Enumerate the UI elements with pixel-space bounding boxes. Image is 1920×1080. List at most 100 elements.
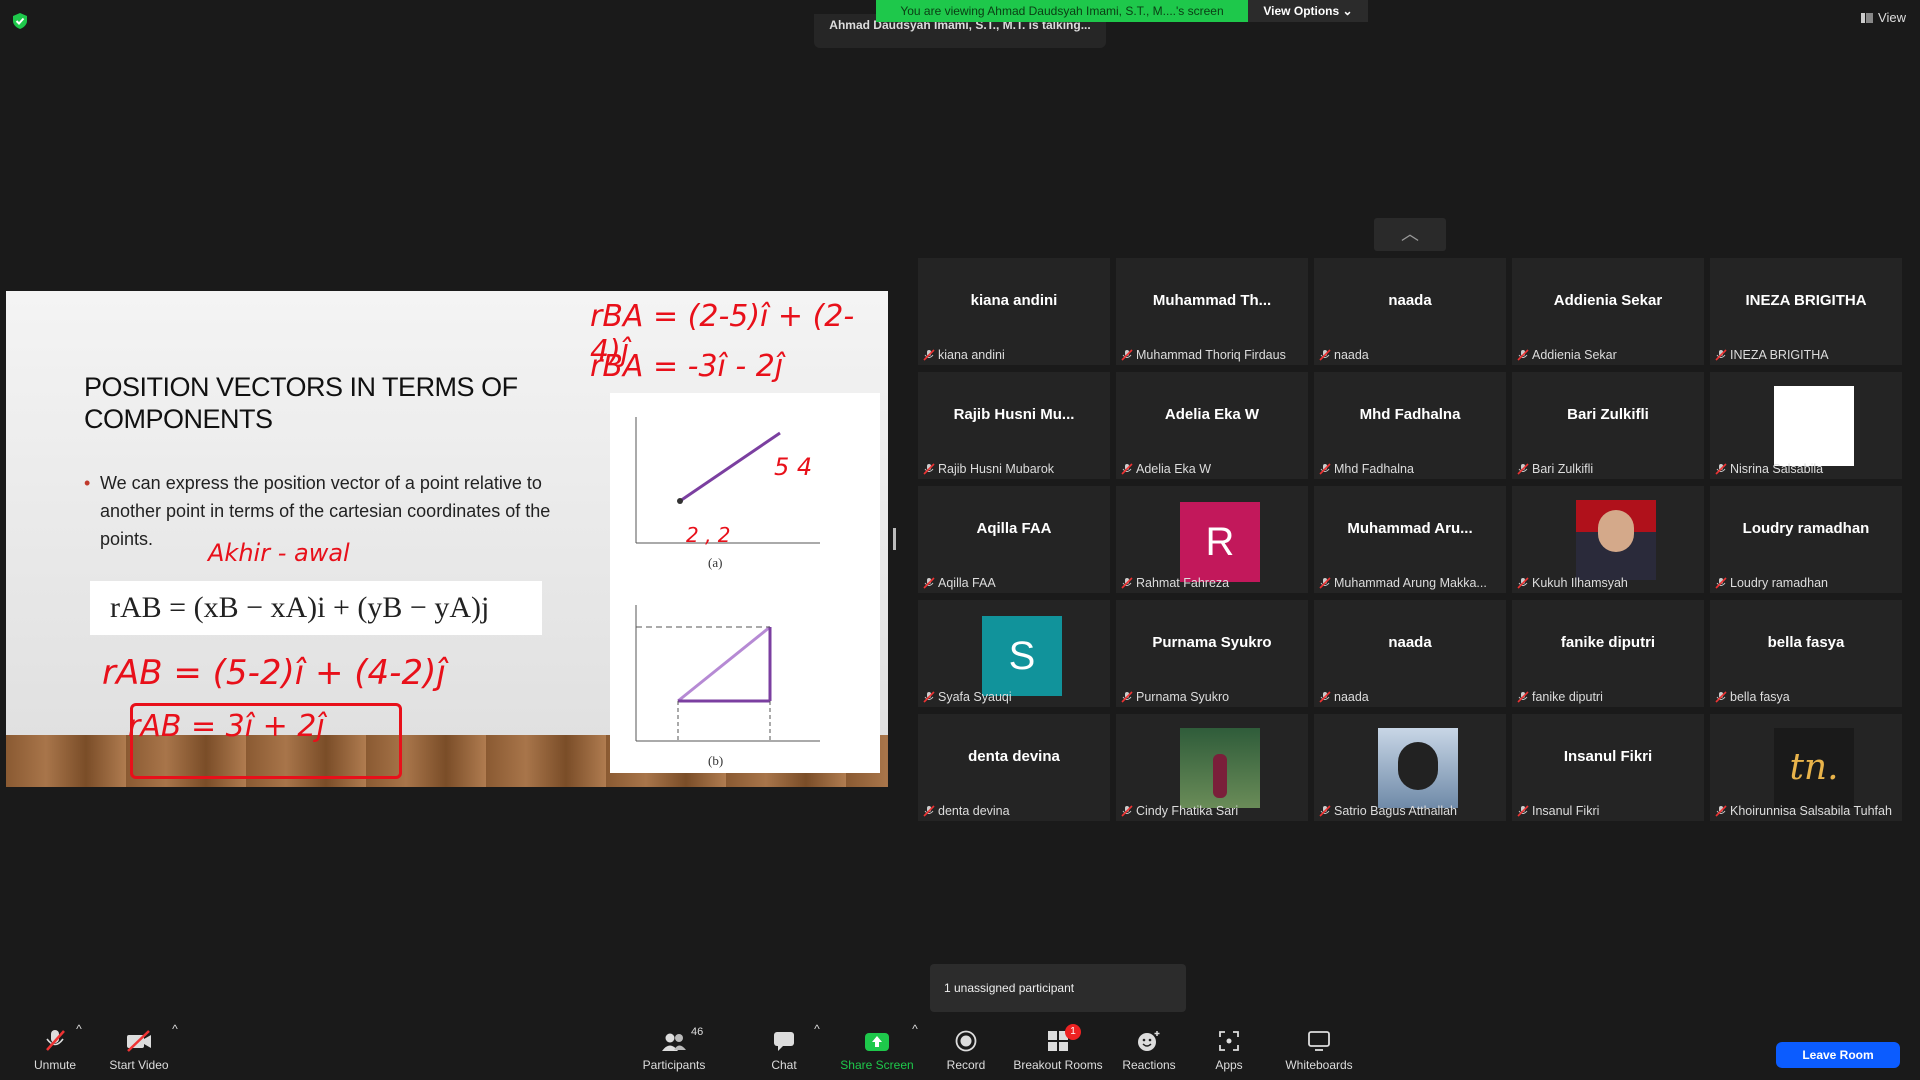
participant-tile[interactable]: Kukuh Ilhamsyah — [1512, 486, 1704, 593]
participant-name: Muhammad Thoriq Firdaus — [1136, 348, 1286, 362]
meeting-window: { "banner":"You are viewing Ahmad Daudsy… — [0, 0, 1920, 1080]
participant-tile[interactable]: tn. Khoirunnisa Salsabila Tuhfah — [1710, 714, 1902, 821]
reactions-icon — [1138, 1031, 1160, 1051]
participant-name: Syafa Syauqi — [938, 690, 1012, 704]
participant-name-label: INEZA BRIGITHA — [1715, 348, 1898, 362]
participant-tile[interactable]: INEZA BRIGITHA INEZA BRIGITHA — [1710, 258, 1902, 365]
shield-icon[interactable] — [12, 12, 28, 30]
participant-name-label: Loudry ramadhan — [1715, 576, 1898, 590]
participant-name-label: Insanul Fikri — [1517, 804, 1700, 818]
participant-tile[interactable]: S Syafa Syauqi — [918, 600, 1110, 707]
mic-muted-icon — [1715, 463, 1727, 475]
participant-tile[interactable]: Aqilla FAA Aqilla FAA — [918, 486, 1110, 593]
participant-tile[interactable]: Bari Zulkifli Bari Zulkifli — [1512, 372, 1704, 479]
mic-muted-icon — [923, 805, 935, 817]
participant-name: denta devina — [938, 804, 1010, 818]
view-options-button[interactable]: View Options ⌄ — [1248, 0, 1368, 22]
avatar: R — [1180, 502, 1260, 582]
avatar: S — [982, 616, 1062, 696]
participant-name-label: bella fasya — [1715, 690, 1898, 704]
participants-label: Participants — [642, 1058, 706, 1072]
profile-picture — [1774, 386, 1854, 466]
participant-tile[interactable]: Adelia Eka W Adelia Eka W — [1116, 372, 1308, 479]
participants-count: 46 — [691, 1026, 704, 1038]
participant-tile[interactable]: Satrio Bagus Atthallah — [1314, 714, 1506, 821]
participant-name: Rajib Husni Mubarok — [938, 462, 1055, 476]
profile-picture — [1576, 500, 1656, 580]
profile-picture — [1378, 728, 1458, 808]
participant-name: kiana andini — [938, 348, 1005, 362]
unmute-caret-icon[interactable]: ^ — [74, 1022, 84, 1080]
participant-tile[interactable]: Muhammad Aru... Muhammad Arung Makka... — [1314, 486, 1506, 593]
annotation-rab-result: rAB = 3î + 2ĵ — [128, 709, 325, 744]
participant-tile[interactable]: bella fasya bella fasya — [1710, 600, 1902, 707]
participant-tile[interactable]: denta devina denta devina — [918, 714, 1110, 821]
participant-tile[interactable]: Nisrina Salsabila — [1710, 372, 1902, 479]
participant-name: Addienia Sekar — [1532, 348, 1617, 362]
participant-name-label: fanike diputri — [1517, 690, 1700, 704]
leave-room-button[interactable]: Leave Room — [1776, 1042, 1900, 1068]
participant-name-label: Muhammad Thoriq Firdaus — [1121, 348, 1304, 362]
mic-muted-icon — [1121, 805, 1133, 817]
figure-b-label: (b) — [708, 753, 723, 768]
annotation-rba-result: rBA = -3î - 2ĵ — [590, 349, 784, 384]
participant-tile[interactable]: naada naada — [1314, 258, 1506, 365]
participant-tile[interactable]: naada naada — [1314, 600, 1506, 707]
slide-formula: rAB = (xB − xA)i + (yB − yA)j — [110, 591, 490, 624]
participant-tile[interactable]: Insanul Fikri Insanul Fikri — [1512, 714, 1704, 821]
video-caret-icon[interactable]: ^ — [170, 1022, 180, 1080]
participant-display-name: Muhammad Th... — [1152, 292, 1272, 309]
view-options-label: View Options — [1263, 4, 1340, 18]
viewing-banner: You are viewing Ahmad Daudsyah Imami, S.… — [876, 0, 1248, 22]
panel-resize-handle[interactable] — [893, 528, 896, 550]
participant-display-name: Aqilla FAA — [976, 520, 1052, 537]
participant-name: Nisrina Salsabila — [1730, 462, 1824, 476]
mic-muted-icon — [1319, 349, 1331, 361]
participant-tile[interactable]: Addienia Sekar Addienia Sekar — [1512, 258, 1704, 365]
participant-tile[interactable]: Rajib Husni Mu... Rajib Husni Mubarok — [918, 372, 1110, 479]
participant-tile[interactable]: R Rahmat Fahreza — [1116, 486, 1308, 593]
participants-button[interactable]: 46 Participants — [619, 1022, 729, 1080]
mic-muted-icon — [1121, 463, 1133, 475]
unassigned-participant-popup[interactable]: 1 unassigned participant — [930, 964, 1186, 1012]
view-button[interactable]: View — [1861, 10, 1906, 25]
participant-display-name: Loudry ramadhan — [1742, 520, 1870, 537]
participants-icon — [662, 1033, 686, 1051]
mic-muted-icon — [923, 691, 935, 703]
participant-name: Satrio Bagus Atthallah — [1334, 804, 1457, 818]
participant-name: Cindy Fhatika Sari — [1136, 804, 1239, 818]
participant-tile[interactable]: fanike diputri fanike diputri — [1512, 600, 1704, 707]
mic-muted-icon — [1517, 349, 1529, 361]
participant-display-name: Muhammad Aru... — [1347, 520, 1473, 537]
participant-name: bella fasya — [1730, 690, 1790, 704]
participant-name: Rahmat Fahreza — [1136, 576, 1230, 590]
mic-muted-icon — [923, 463, 935, 475]
scroll-up-button[interactable]: ︿ — [1374, 218, 1446, 251]
participant-name-label: naada — [1319, 690, 1502, 704]
participant-name-label: denta devina — [923, 804, 1106, 818]
participant-tile[interactable]: Cindy Fhatika Sari — [1116, 714, 1308, 821]
mic-muted-icon — [923, 577, 935, 589]
whiteboards-button[interactable]: Whiteboards — [1264, 1022, 1374, 1080]
slide-title: POSITION VECTORS IN TERMS OF COMPONENTS — [84, 372, 518, 434]
participant-name-label: Addienia Sekar — [1517, 348, 1700, 362]
participant-tile[interactable]: Purnama Syukro Purnama Syukro — [1116, 600, 1308, 707]
participant-tile[interactable]: Mhd Fadhalna Mhd Fadhalna — [1314, 372, 1506, 479]
annotation-point-a: 2 , 2 — [686, 523, 731, 547]
participant-name-label: Syafa Syauqi — [923, 690, 1106, 704]
mic-muted-icon — [1319, 577, 1331, 589]
participant-tile[interactable]: Muhammad Th... Muhammad Thoriq Firdaus — [1116, 258, 1308, 365]
mic-muted-icon — [1319, 463, 1331, 475]
chat-caret-icon[interactable]: ^ — [812, 1022, 822, 1080]
participant-tile[interactable]: Loudry ramadhan Loudry ramadhan — [1710, 486, 1902, 593]
participant-tile[interactable]: kiana andini kiana andini — [918, 258, 1110, 365]
profile-picture — [1180, 728, 1260, 808]
mic-muted-icon — [1715, 349, 1727, 361]
chat-icon — [774, 1032, 794, 1051]
participant-name: Bari Zulkifli — [1532, 462, 1594, 476]
participant-name: Aqilla FAA — [938, 576, 996, 590]
profile-logo: tn. — [1774, 728, 1854, 808]
annotation-rab-components: rAB = (5-2)î + (4-2)ĵ — [102, 653, 446, 693]
mic-muted-icon — [923, 349, 935, 361]
participant-name-label: Muhammad Arung Makka... — [1319, 576, 1502, 590]
